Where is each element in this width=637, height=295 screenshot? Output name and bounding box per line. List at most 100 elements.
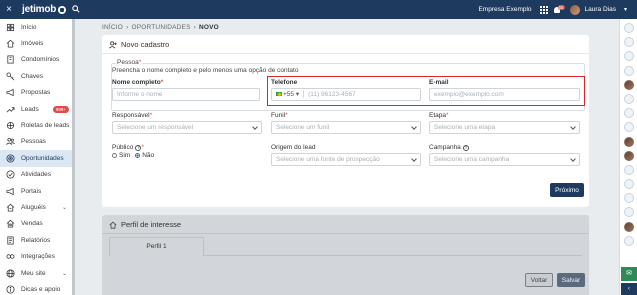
breadcrumb-home[interactable]: INÍCIO [102,24,123,31]
sidebar-item-pessoas[interactable]: Pessoas [0,134,74,150]
publico-nao-radio[interactable] [135,153,141,158]
back-button[interactable]: Voltar [525,273,553,287]
required-mark: * [160,79,164,86]
sidebar-item-label: Atividades [21,171,51,179]
contact-avatar[interactable] [623,235,634,246]
contact-avatar[interactable] [623,65,634,76]
origem-label: Origem do lead [271,144,316,151]
leads-icon [5,104,15,114]
collapse-rail-button[interactable]: ‹ [621,283,637,295]
funil-select[interactable]: Selecione um funil [271,121,421,134]
breadcrumb-section[interactable]: OPORTUNIDADES [131,24,190,31]
sidebar-item-label: Imóveis [21,40,44,48]
responsavel-select[interactable]: Selecione um responsável [112,121,262,134]
contact-avatar[interactable] [623,150,634,161]
help-icon[interactable]: ? [462,145,469,151]
sidebar-item-condominios[interactable]: Condomínios [0,52,74,68]
company-name[interactable]: Empresa Exemplo [478,6,531,13]
save-button[interactable]: Salvar [557,273,585,287]
sidebar-item-imoveis[interactable]: Imóveis [0,35,74,51]
sidebar-item-oportunidades[interactable]: Oportunidades [0,150,74,167]
breadcrumb-current: NOVO [199,24,219,31]
house-icon [5,39,15,49]
divider [102,53,589,54]
contact-avatar[interactable] [623,37,634,48]
chevron-down-icon[interactable]: ⌄ [62,204,67,211]
required-mark: * [285,112,288,119]
app-logo[interactable]: jetimob [22,4,67,15]
contact-avatar[interactable] [623,79,634,90]
contact-avatar[interactable] [623,122,634,133]
add-person-icon [109,40,117,48]
nome-label: Nome completo* [112,79,163,86]
contact-avatar[interactable] [623,108,634,119]
contact-avatar[interactable] [623,193,634,204]
campanha-select[interactable]: Selecione uma campanha [429,153,580,166]
rent-icon [5,202,15,212]
info-icon [5,284,15,294]
tab-divider [204,255,582,256]
next-button[interactable]: Próximo [550,183,584,197]
contact-avatar[interactable] [623,136,634,147]
contact-avatar[interactable] [623,179,634,190]
contact-avatar[interactable] [623,207,634,218]
sidebar-item-label: Oportunidades [21,154,64,162]
interest-title-text: Perfil de interesse [121,220,182,229]
contact-avatar[interactable] [623,164,634,175]
sidebar-item-dicas-e-apoio[interactable]: Dicas e apoio [0,281,74,295]
sidebar-item-roletas-de-leads[interactable]: Roletas de leads [0,117,74,133]
home-icon [5,22,15,32]
roulette-icon [5,121,15,131]
sidebar-item-label: Relatórios [21,236,51,244]
contact-avatar[interactable] [623,51,634,62]
chevron-down-icon[interactable]: ▾ [624,6,627,13]
sidebar-item-portais[interactable]: Portais [0,183,74,199]
chevron-down-icon[interactable]: ⌄ [62,270,67,277]
publico-nao-label[interactable]: Não [142,152,154,159]
pessoa-legend: Pessoa* [116,59,143,66]
etapa-select[interactable]: Selecione uma etapa [429,121,580,134]
sidebar-item-chaves[interactable]: Chaves [0,68,74,84]
funil-label: Funil* [271,112,288,119]
tab-perfil-1[interactable]: Perfil 1 [109,237,204,256]
responsavel-label-text: Responsável [112,112,150,119]
contact-avatar[interactable] [623,23,634,33]
origem-select[interactable]: Selecione uma fonte de prospecção [271,153,421,166]
apps-grid-icon[interactable] [539,5,548,14]
nome-input[interactable]: Informe o nome [112,88,260,101]
people-icon [5,137,15,147]
sidebar-item-label: Portais [21,187,42,195]
close-icon[interactable]: × [0,4,18,15]
sidebar-item-integracoes[interactable]: Integrações [0,248,74,264]
sidebar-item-label: Chaves [21,72,44,80]
publico-sim-radio[interactable] [112,153,117,158]
contact-avatar[interactable] [623,221,634,232]
etapa-label-text: Etapa [429,112,446,119]
publico-sim-label[interactable]: Sim [119,152,130,159]
bell-icon[interactable]: 55 [553,4,565,14]
contact-avatar[interactable] [623,93,634,104]
user-name[interactable]: Laura Dias [585,6,616,13]
sidebar-item-relatorios[interactable]: Relatórios [0,232,74,248]
sidebar-scrollbar[interactable] [72,19,75,295]
report-icon [5,235,15,245]
sidebar-item-inicio[interactable]: Início [0,19,74,35]
sidebar-item-leads[interactable]: Leads 999+ [0,101,74,117]
sidebar-item-label: Leads [21,105,39,113]
sidebar-item-label: Aluguéis [21,203,46,211]
sidebar-item-label: Propostas [21,89,51,97]
card-title-text: Novo cadastro [121,40,170,49]
sidebar-item-label: Início [21,23,37,31]
card-title: Novo cadastro [109,40,169,49]
sidebar-item-propostas[interactable]: Propostas [0,85,74,101]
sidebar-item-atividades[interactable]: Atividades [0,167,74,183]
sidebar-item-alugueis[interactable]: Aluguéis ⌄ [0,199,74,215]
globe-icon [5,268,15,278]
search-icon[interactable] [72,4,80,15]
sidebar-item-vendas[interactable]: Vendas [0,216,74,232]
sidebar-item-label: Integrações [21,253,55,261]
user-avatar[interactable] [569,4,580,15]
chat-icon[interactable]: ✉ [621,267,637,281]
sidebar-item-meu-site[interactable]: Meu site ⌄ [0,265,74,281]
sidebar-item-label: Roletas de leads [21,122,70,130]
